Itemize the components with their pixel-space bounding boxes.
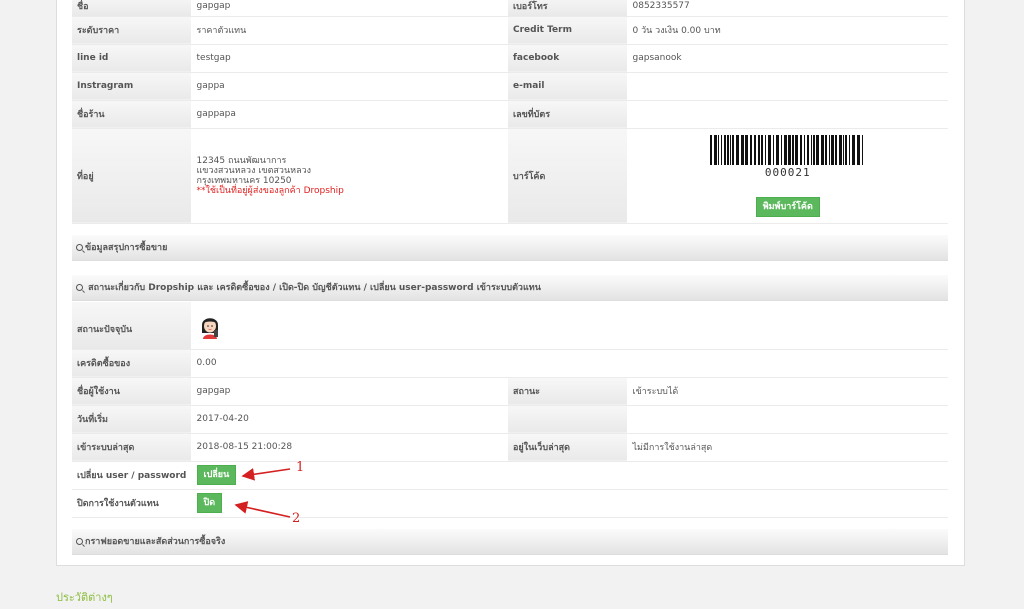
annotation-arrows: [234, 468, 291, 518]
annotation-number-2: 2: [292, 511, 301, 526]
arrow-2: [234, 501, 291, 518]
history-title[interactable]: ประวัติต่างๆ: [56, 588, 113, 606]
arrow-1: [241, 468, 291, 481]
annotation-number-1: 1: [296, 460, 305, 475]
